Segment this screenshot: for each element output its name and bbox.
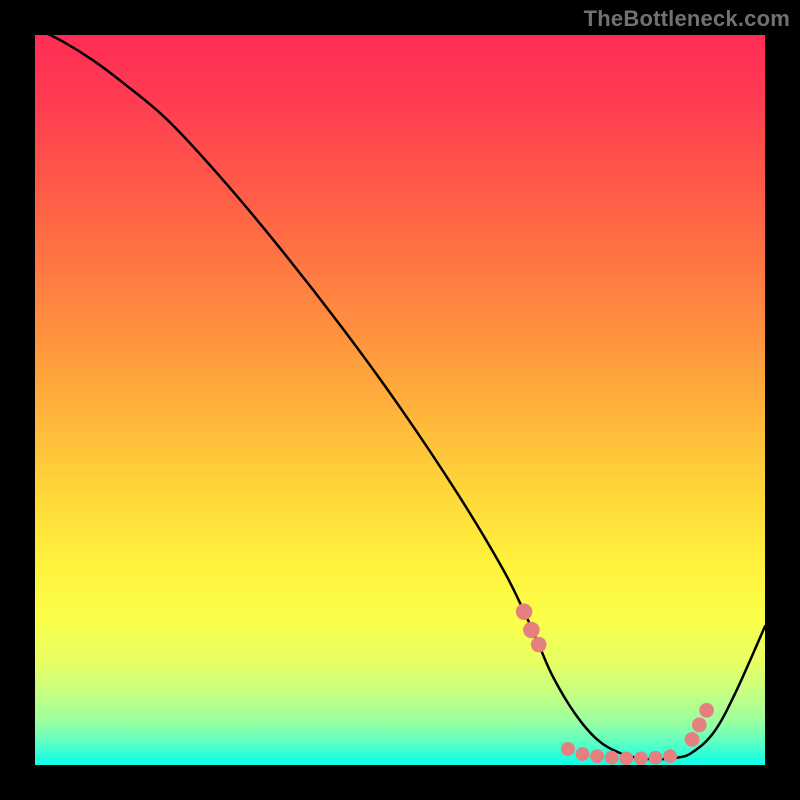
bottleneck-curve [35, 35, 765, 759]
attribution-text: TheBottleneck.com [584, 6, 790, 32]
curve-marker [685, 732, 700, 747]
curve-marker [576, 747, 590, 761]
plot-area [35, 35, 765, 765]
curve-marker [634, 751, 648, 765]
curve-marker [561, 742, 575, 756]
curve-svg [35, 35, 765, 765]
curve-marker [523, 622, 540, 639]
curve-marker [699, 703, 714, 718]
curve-marker [663, 749, 677, 763]
chart-frame: TheBottleneck.com [0, 0, 800, 800]
curve-markers [516, 603, 714, 765]
curve-marker [590, 749, 604, 763]
curve-marker [619, 751, 633, 765]
curve-marker [649, 751, 663, 765]
curve-marker [531, 637, 547, 653]
curve-marker [605, 751, 619, 765]
curve-marker [516, 603, 533, 620]
curve-marker [692, 717, 707, 732]
